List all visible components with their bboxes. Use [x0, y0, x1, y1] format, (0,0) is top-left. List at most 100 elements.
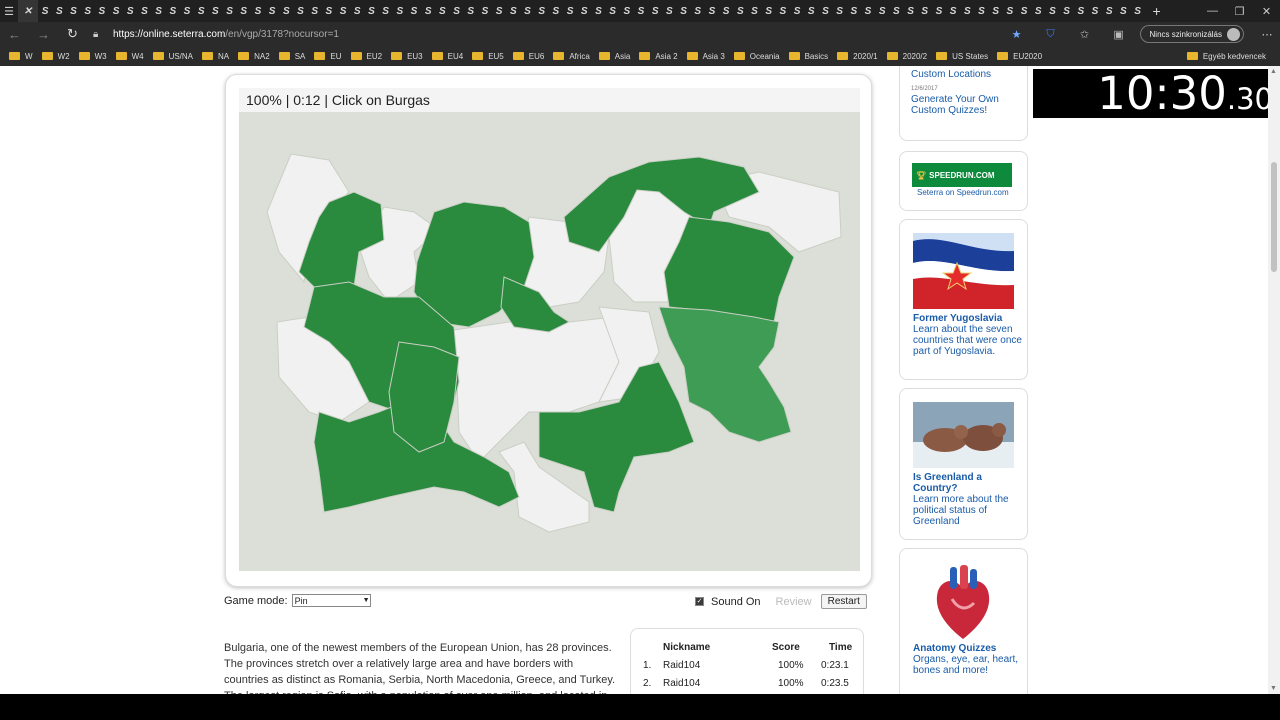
seterra-tab[interactable]: S [95, 0, 109, 22]
bookmark-folder[interactable]: Oceania [733, 52, 780, 61]
seterra-tab[interactable]: S [194, 0, 208, 22]
seterra-tab[interactable]: S [464, 0, 478, 22]
bookmark-folder[interactable]: NA2 [238, 52, 270, 61]
seterra-tab[interactable]: S [932, 0, 946, 22]
seterra-tab[interactable]: S [293, 0, 307, 22]
anatomy-card[interactable]: Anatomy Quizzes Organs, eye, ear, heart,… [899, 548, 1028, 694]
extension-shield-icon[interactable]: ⛉ [1034, 28, 1068, 41]
seterra-tab[interactable]: S [833, 0, 847, 22]
seterra-tab[interactable]: S [478, 0, 492, 22]
favorites-icon[interactable]: ✩ [1068, 28, 1102, 41]
greenland-card[interactable]: Is Greenland a Country? Learn more about… [899, 388, 1028, 540]
custom-locations-link[interactable]: Custom Locations [911, 69, 1016, 80]
seterra-tab[interactable]: S [676, 0, 690, 22]
bookmark-folder[interactable]: W [9, 52, 33, 61]
sound-checkbox[interactable]: ✓ [695, 597, 704, 606]
seterra-tab[interactable]: S [1102, 0, 1116, 22]
bookmark-folder[interactable]: EU5 [472, 52, 504, 61]
seterra-tab[interactable]: S [1031, 0, 1045, 22]
bookmark-folder[interactable]: W2 [41, 52, 70, 61]
seterra-tab[interactable]: S [393, 0, 407, 22]
seterra-tab[interactable]: S [322, 0, 336, 22]
scrollbar-thumb[interactable] [1271, 162, 1277, 272]
yugoslavia-card[interactable]: Former Yugoslavia Learn about the seven … [899, 219, 1028, 380]
bookmark-folder[interactable]: EU [314, 52, 342, 61]
sync-button[interactable]: Nincs szinkronizálás [1139, 25, 1244, 43]
seterra-tab[interactable]: S [407, 0, 421, 22]
back-icon[interactable]: ← [0, 27, 29, 42]
bookmark-folder[interactable]: US States [936, 52, 988, 61]
seterra-tab[interactable]: S [903, 0, 917, 22]
seterra-tab[interactable]: S [364, 0, 378, 22]
scroll-up-icon[interactable]: ▲ [1270, 68, 1277, 75]
seterra-tab[interactable]: S [563, 0, 577, 22]
seterra-tab[interactable]: S [535, 0, 549, 22]
seterra-tab[interactable]: S [719, 0, 733, 22]
greenland-title[interactable]: Is Greenland a Country? [913, 472, 1025, 494]
bookmark-folder[interactable]: Basics [788, 52, 828, 61]
seterra-tab[interactable]: S [251, 0, 265, 22]
seterra-tab[interactable]: S [634, 0, 648, 22]
bookmark-folder[interactable]: US/NA [152, 52, 193, 61]
scroll-down-icon[interactable]: ▼ [1270, 685, 1277, 692]
seterra-tab[interactable]: S [152, 0, 166, 22]
restart-button[interactable]: Restart [820, 594, 867, 609]
seterra-tab[interactable]: S [520, 0, 534, 22]
seterra-tab[interactable]: S [989, 0, 1003, 22]
seterra-tab[interactable]: S [180, 0, 194, 22]
seterra-tab[interactable]: S [577, 0, 591, 22]
seterra-tab[interactable]: S [1116, 0, 1130, 22]
page-scrollbar[interactable]: ▲ ▼ [1268, 66, 1280, 694]
seterra-tab[interactable]: S [691, 0, 705, 22]
map-area[interactable] [239, 112, 860, 571]
bookmark-folder[interactable]: EU2 [350, 52, 382, 61]
seterra-tab[interactable]: S [747, 0, 761, 22]
tab-actions-icon[interactable]: ☰ [0, 0, 18, 22]
bookmark-folder[interactable]: Asia 3 [686, 52, 725, 61]
seterra-tab[interactable]: S [222, 0, 236, 22]
seterra-tab[interactable]: S [379, 0, 393, 22]
seterra-tab[interactable]: S [137, 0, 151, 22]
bookmark-folder[interactable]: Africa [553, 52, 590, 61]
more-icon[interactable]: ⋯ [1254, 28, 1280, 41]
seterra-tab[interactable]: S [350, 0, 364, 22]
seterra-tab[interactable]: S [606, 0, 620, 22]
bookmark-folder[interactable]: Asia [598, 52, 630, 61]
seterra-tab[interactable]: S [648, 0, 662, 22]
restore-icon[interactable]: ❐ [1226, 0, 1253, 22]
seterra-tab[interactable]: S [308, 0, 322, 22]
province-targovishte-varna[interactable] [663, 216, 795, 323]
seterra-tab[interactable]: S [109, 0, 123, 22]
seterra-tab[interactable]: S [208, 0, 222, 22]
seterra-tab[interactable]: S [1088, 0, 1102, 22]
seterra-tab[interactable]: S [492, 0, 506, 22]
bulgaria-map[interactable] [239, 112, 860, 571]
seterra-tab[interactable]: S [762, 0, 776, 22]
seterra-tab[interactable]: S [620, 0, 634, 22]
bookmark-folder[interactable]: 2020/2 [886, 52, 927, 61]
seterra-tab[interactable]: S [960, 0, 974, 22]
seterra-tab[interactable]: S [1045, 0, 1059, 22]
seterra-tab[interactable]: S [818, 0, 832, 22]
bookmark-folder[interactable]: NA [202, 52, 229, 61]
seterra-tab[interactable]: S [81, 0, 95, 22]
seterra-tab[interactable]: S [776, 0, 790, 22]
seterra-tab[interactable]: S [123, 0, 137, 22]
collections-icon[interactable]: ▣ [1102, 28, 1136, 41]
refresh-icon[interactable]: ↻ [58, 26, 87, 42]
seterra-tab[interactable]: S [733, 0, 747, 22]
seterra-tab[interactable]: S [847, 0, 861, 22]
seterra-tab[interactable]: S [591, 0, 605, 22]
yugoslavia-title[interactable]: Former Yugoslavia [913, 313, 1025, 324]
seterra-tab[interactable]: S [946, 0, 960, 22]
speedrun-card[interactable]: 🏆︎ SPEEDRUN.COM Seterra on Speedrun.com [899, 151, 1028, 211]
seterra-tab[interactable]: S [1003, 0, 1017, 22]
new-tab-button[interactable]: + [1145, 0, 1169, 22]
game-mode-select[interactable]: Pin ▼ [291, 594, 371, 607]
custom-quiz-link[interactable]: Generate Your Own Custom Quizzes! [911, 94, 1016, 116]
tab-close-icon[interactable]: ✕ [18, 0, 38, 22]
seterra-tab[interactable]: S [435, 0, 449, 22]
seterra-tab[interactable]: S [875, 0, 889, 22]
seterra-tab[interactable]: S [52, 0, 66, 22]
review-button[interactable]: Review [776, 596, 812, 608]
